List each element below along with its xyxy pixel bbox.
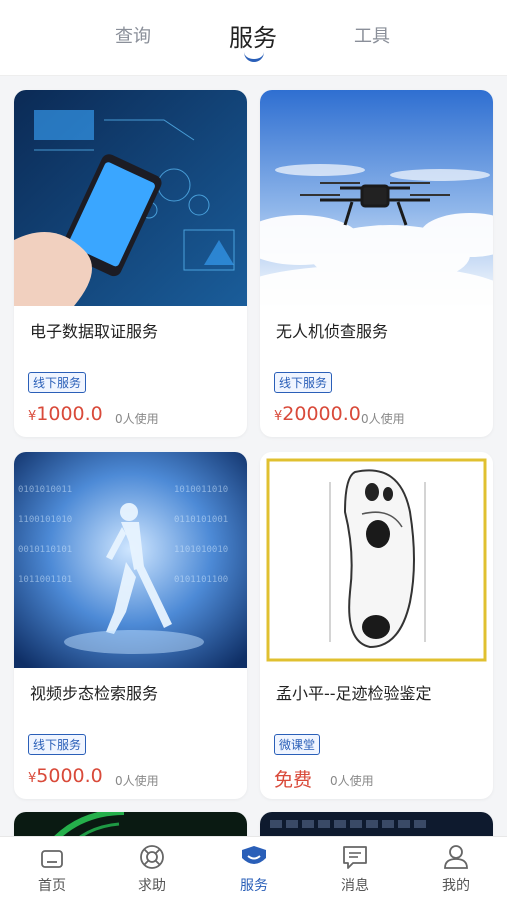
svg-text:0010110101: 0010110101 — [18, 545, 72, 555]
svg-text:1101010010: 1101010010 — [174, 545, 228, 555]
card-title: 电子数据取证服务 — [30, 322, 159, 341]
svg-text:0101101100: 0101101100 — [174, 575, 228, 585]
service-type-badge: 线下服务 — [28, 734, 87, 755]
tab-tools[interactable]: 工具 — [354, 22, 390, 48]
nav-mine[interactable]: 我的 — [426, 843, 486, 895]
service-type-badge: 微课堂 — [274, 734, 321, 755]
lifebuoy-icon — [122, 843, 182, 871]
card-title: 无人机侦查服务 — [276, 322, 389, 341]
nav-home[interactable]: 首页 — [22, 843, 82, 895]
nav-help-label: 求助 — [138, 878, 166, 894]
usage-count: 0人使用 — [115, 412, 159, 426]
card-price: ¥5000.0 — [28, 765, 103, 787]
nav-help[interactable]: 求助 — [122, 843, 182, 895]
tab-query[interactable]: 查询 — [115, 22, 151, 48]
svg-text:1100101010: 1100101010 — [18, 515, 72, 525]
nav-messages[interactable]: 消息 — [325, 843, 385, 895]
service-type-badge: 线下服务 — [28, 372, 87, 393]
card-price: ¥20000.0 — [274, 403, 361, 425]
nav-home-label: 首页 — [38, 878, 66, 894]
usage-count: 0人使用 — [330, 774, 374, 788]
svg-text:0101010011: 0101010011 — [18, 485, 72, 495]
service-card-drone[interactable]: 无人机侦查服务 线下服务 ¥20000.0 0人使用 — [260, 90, 493, 437]
card-image-gait: 0101010011 1100101010 0010110101 101100110… — [14, 452, 247, 668]
nav-mine-label: 我的 — [442, 878, 470, 894]
bottom-navigation: 首页 求助 服务 消息 我的 — [0, 836, 507, 900]
top-tab-bar: 查询 服务 工具 — [0, 0, 507, 76]
svg-text:0110101001: 0110101001 — [174, 515, 228, 525]
card-price: ¥1000.0 — [28, 403, 103, 425]
usage-count: 0人使用 — [115, 774, 159, 788]
tab-service[interactable]: 服务 — [229, 18, 277, 53]
price-value: 5000.0 — [36, 765, 103, 787]
home-icon — [22, 843, 82, 871]
service-icon — [224, 843, 284, 871]
active-tab-indicator — [244, 52, 264, 62]
message-icon — [325, 843, 385, 871]
svg-text:1010011010: 1010011010 — [174, 485, 228, 495]
nav-service-label: 服务 — [240, 878, 268, 894]
nav-service[interactable]: 服务 — [224, 843, 284, 895]
user-icon — [426, 843, 486, 871]
service-card-gait-search[interactable]: 0101010011 1100101010 0010110101 101100110… — [14, 452, 247, 799]
service-card-footprint-exam[interactable]: 孟小平--足迹检验鉴定 微课堂 免费 0人使用 — [260, 452, 493, 799]
card-image-phone-data — [14, 90, 247, 306]
usage-count: 0人使用 — [361, 412, 405, 426]
service-type-badge: 线下服务 — [274, 372, 333, 393]
card-price-free: 免费 — [274, 769, 313, 791]
nav-messages-label: 消息 — [341, 878, 369, 894]
card-image-footprint — [260, 452, 493, 668]
card-image-drone — [260, 90, 493, 306]
price-value: 1000.0 — [36, 403, 103, 425]
card-title: 孟小平--足迹检验鉴定 — [276, 684, 432, 703]
svg-text:1011001101: 1011001101 — [18, 575, 72, 585]
service-card-digital-forensics[interactable]: 电子数据取证服务 线下服务 ¥1000.0 0人使用 — [14, 90, 247, 437]
card-title: 视频步态检索服务 — [30, 684, 159, 703]
price-value: 20000.0 — [282, 403, 361, 425]
